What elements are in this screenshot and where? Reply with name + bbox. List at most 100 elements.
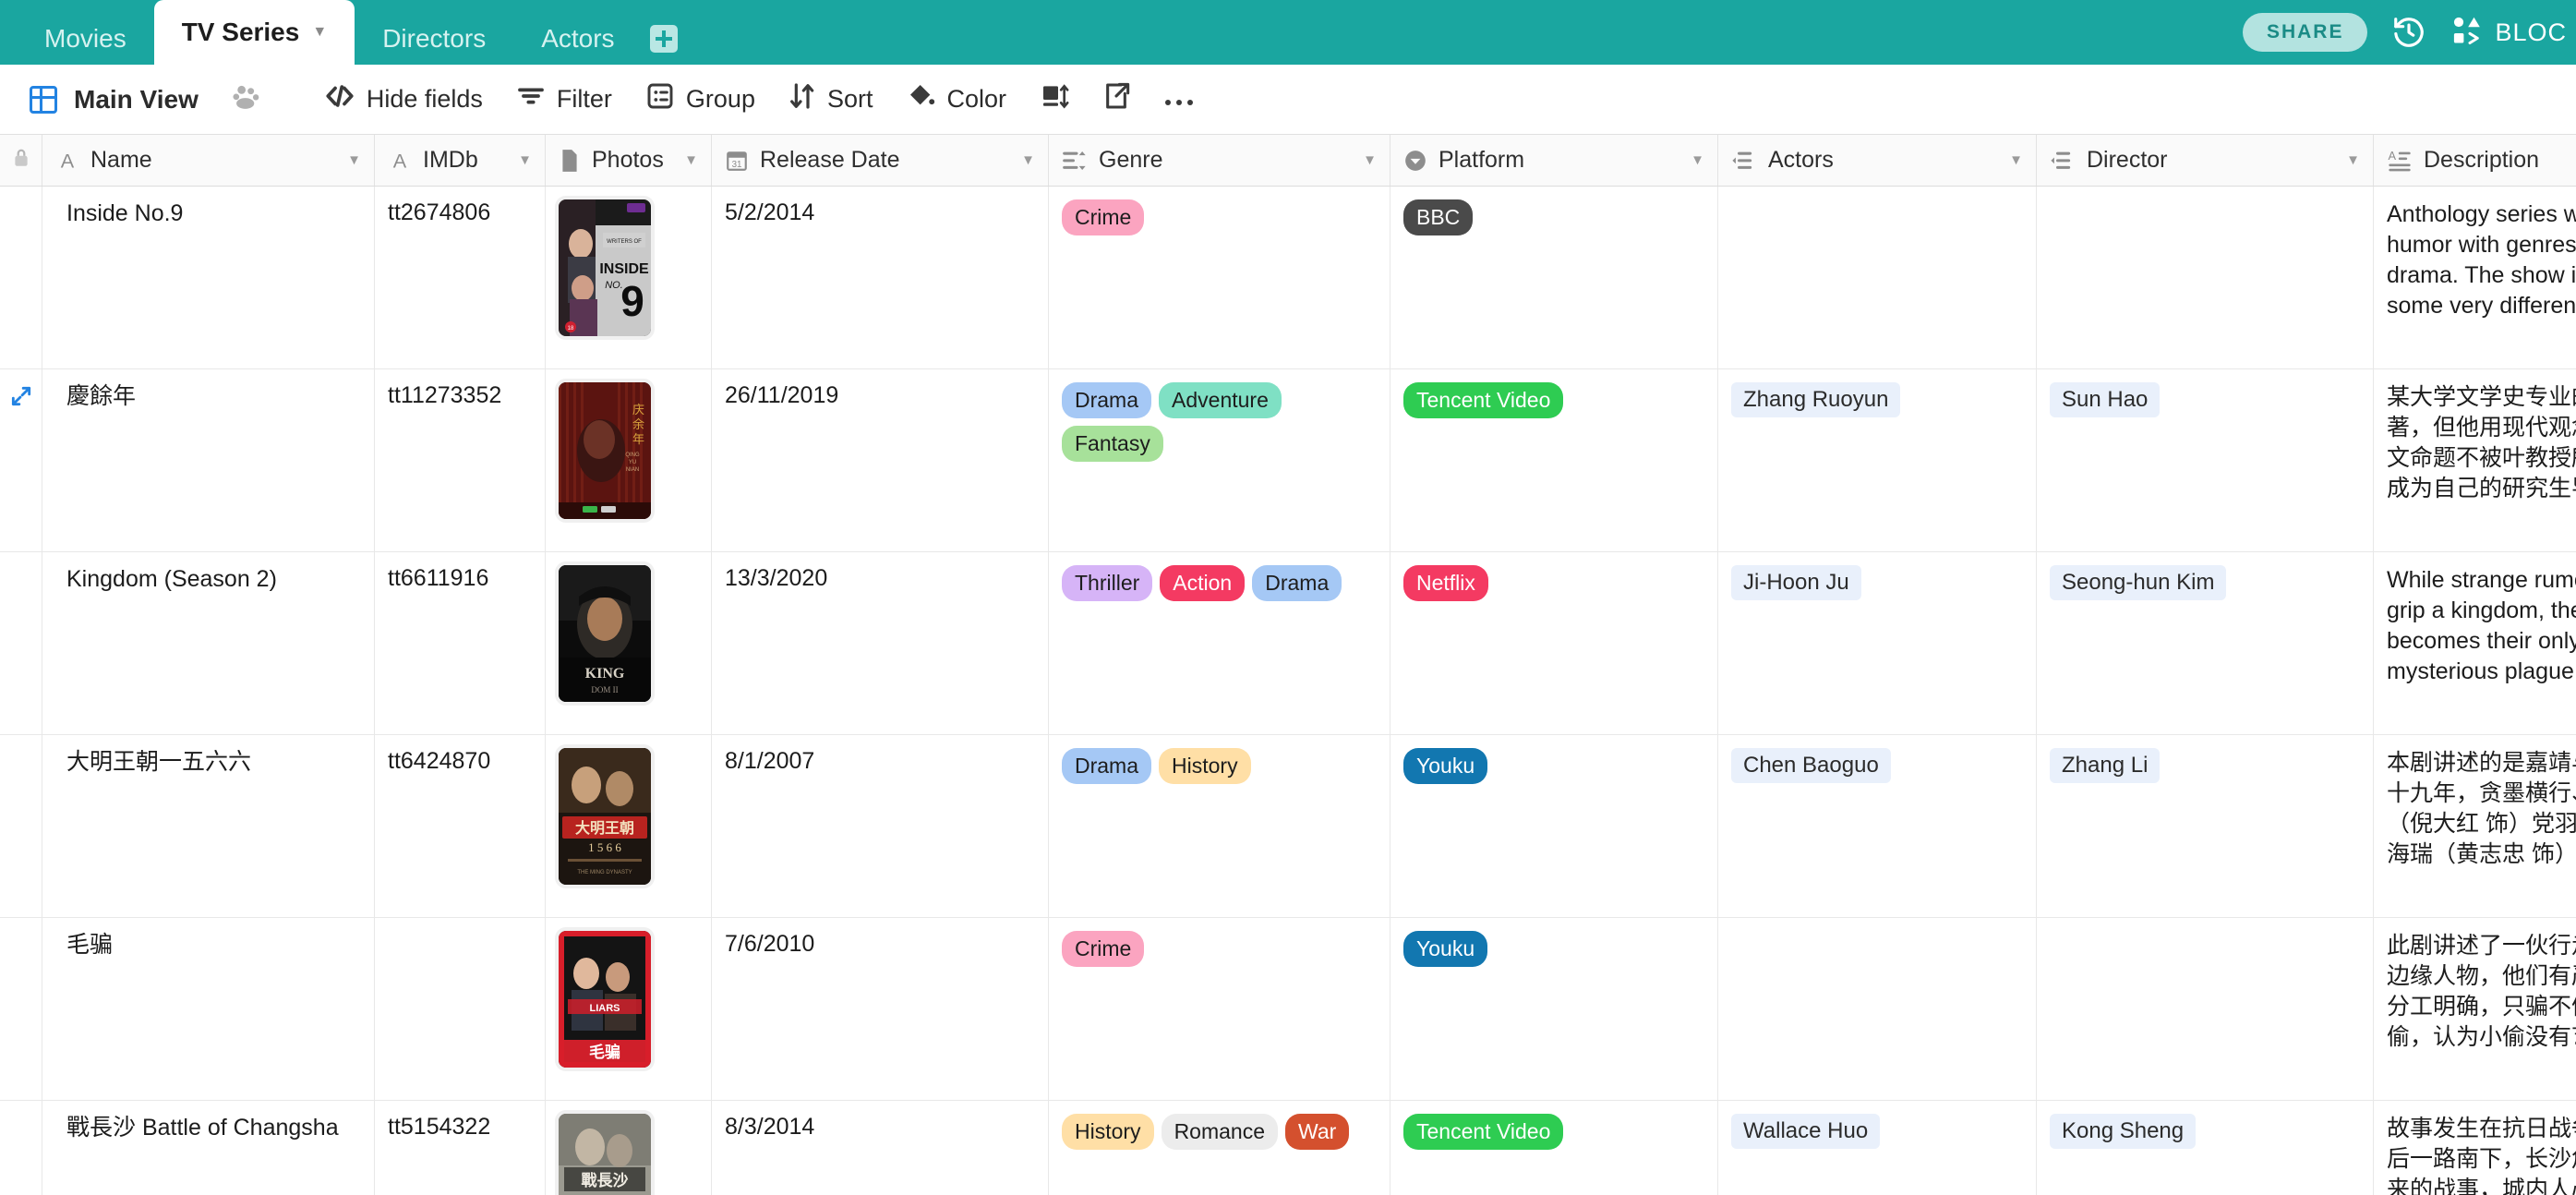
- share-view-button[interactable]: [1086, 74, 1147, 125]
- cell-imdb[interactable]: tt6611916: [375, 552, 546, 734]
- cell-genre[interactable]: Drama History: [1049, 735, 1390, 917]
- column-header-name[interactable]: A Name ▼: [42, 135, 375, 186]
- cell-genre[interactable]: Thriller Action Drama: [1049, 552, 1390, 734]
- cell-description[interactable]: Anthology series whi humor with genres l…: [2374, 187, 2576, 368]
- cell-genre[interactable]: History Romance War: [1049, 1101, 1390, 1195]
- cell-release-date[interactable]: 13/3/2020: [712, 552, 1049, 734]
- row-expand-cell[interactable]: [0, 735, 42, 917]
- cell-release-date[interactable]: 26/11/2019: [712, 369, 1049, 551]
- director-link-chip[interactable]: Kong Sheng: [2050, 1114, 2197, 1149]
- genre-tag[interactable]: Adventure: [1159, 382, 1282, 418]
- poster-thumbnail[interactable]: 庆余年 QING YU NIAN: [559, 382, 651, 519]
- group-button[interactable]: Group: [629, 74, 772, 125]
- cell-imdb[interactable]: tt5154322: [375, 1101, 546, 1195]
- cell-platform[interactable]: Youku: [1390, 918, 1718, 1100]
- cell-platform[interactable]: BBC: [1390, 187, 1718, 368]
- genre-tag[interactable]: History: [1062, 1114, 1154, 1150]
- cell-platform[interactable]: Tencent Video: [1390, 369, 1718, 551]
- table-row[interactable]: 慶餘年 tt11273352 庆余年 QING YU NIAN 26/11/2019 Dram…: [0, 369, 2576, 552]
- cell-actors[interactable]: Chen Baoguo: [1718, 735, 2037, 917]
- poster-thumbnail[interactable]: LIARS 毛骗: [559, 931, 651, 1068]
- cell-actors[interactable]: Zhang Ruoyun: [1718, 369, 2037, 551]
- genre-tag[interactable]: Action: [1160, 565, 1246, 601]
- color-button[interactable]: Color: [890, 74, 1024, 125]
- director-link-chip[interactable]: Seong-hun Kim: [2050, 565, 2227, 600]
- poster-thumbnail[interactable]: 大明王朝 1 5 6 6 THE MING DYNASTY: [559, 748, 651, 885]
- share-button[interactable]: SHARE: [2242, 13, 2368, 52]
- genre-tag[interactable]: Romance: [1161, 1114, 1278, 1150]
- cell-release-date[interactable]: 5/2/2014: [712, 187, 1049, 368]
- blocks-button[interactable]: BLOC: [2450, 14, 2567, 52]
- cell-actors[interactable]: Ji-Hoon Ju: [1718, 552, 2037, 734]
- table-row[interactable]: 大明王朝一五六六 tt6424870 大明王朝 1 5 6 6 THE MING DYN…: [0, 735, 2576, 918]
- column-header-director[interactable]: Director ▼: [2037, 135, 2374, 186]
- cell-director[interactable]: [2037, 187, 2374, 368]
- column-header-imdb[interactable]: A IMDb ▼: [375, 135, 546, 186]
- cell-photos[interactable]: WRITERS OF INSIDE NO. 9 18: [546, 187, 712, 368]
- platform-tag[interactable]: Netflix: [1403, 565, 1488, 601]
- cell-platform[interactable]: Youku: [1390, 735, 1718, 917]
- cell-genre[interactable]: Drama Adventure Fantasy: [1049, 369, 1390, 551]
- cell-release-date[interactable]: 7/6/2010: [712, 918, 1049, 1100]
- cell-imdb[interactable]: [375, 918, 546, 1100]
- cell-actors[interactable]: [1718, 187, 2037, 368]
- collaborators-button[interactable]: [215, 75, 278, 124]
- genre-tag[interactable]: Drama: [1062, 748, 1152, 784]
- platform-tag[interactable]: Tencent Video: [1403, 1114, 1564, 1150]
- cell-director[interactable]: Kong Sheng: [2037, 1101, 2374, 1195]
- table-row[interactable]: 毛骗 LIARS 毛骗 7/6/2010 Crime Youku 此剧讲述了一伙行走在 边缘…: [0, 918, 2576, 1101]
- actor-link-chip[interactable]: Wallace Huo: [1731, 1114, 1881, 1149]
- cell-name[interactable]: Inside No.9: [42, 187, 375, 368]
- chevron-down-icon[interactable]: ▼: [1021, 152, 1035, 168]
- chevron-down-icon[interactable]: ▼: [1363, 152, 1377, 168]
- history-clock-icon[interactable]: [2391, 15, 2426, 50]
- cell-description[interactable]: 本剧讲述的是嘉靖与海 十九年，贪墨横行、民 （倪大红 饰）党羽密布 海瑞（黄志忠…: [2374, 735, 2576, 917]
- cell-photos[interactable]: 大明王朝 1 5 6 6 THE MING DYNASTY: [546, 735, 712, 917]
- poster-thumbnail[interactable]: WRITERS OF INSIDE NO. 9 18: [559, 199, 651, 336]
- table-row[interactable]: Inside No.9 tt2674806 WRITERS OF INSIDE NO. 9…: [0, 187, 2576, 369]
- chevron-down-icon[interactable]: ▼: [347, 152, 361, 168]
- column-header-actors[interactable]: Actors ▼: [1718, 135, 2037, 186]
- chevron-down-icon[interactable]: ▼: [1691, 152, 1704, 168]
- chevron-down-icon[interactable]: ▼: [2009, 152, 2023, 168]
- table-row[interactable]: Kingdom (Season 2) tt6611916 KING DOM II 13/…: [0, 552, 2576, 735]
- genre-tag[interactable]: Drama: [1252, 565, 1342, 601]
- cell-platform[interactable]: Netflix: [1390, 552, 1718, 734]
- tab-tv-series[interactable]: TV Series ▼: [153, 0, 355, 65]
- cell-imdb[interactable]: tt11273352: [375, 369, 546, 551]
- cell-description[interactable]: 此剧讲述了一伙行走在 边缘人物，他们有严格 分工明确，只骗不偷， 偷，认为小偷没…: [2374, 918, 2576, 1100]
- table-row[interactable]: 戰長沙 Battle of Changshatt5154322戰長沙BATTLE…: [0, 1101, 2576, 1195]
- row-height-button[interactable]: [1023, 75, 1086, 124]
- column-header-photos[interactable]: Photos ▼: [546, 135, 712, 186]
- poster-thumbnail[interactable]: 戰長沙BATTLE OF CHANGSHA: [559, 1114, 651, 1195]
- row-expand-cell[interactable]: [0, 918, 42, 1100]
- cell-name[interactable]: Kingdom (Season 2): [42, 552, 375, 734]
- cell-imdb[interactable]: tt2674806: [375, 187, 546, 368]
- genre-tag[interactable]: History: [1159, 748, 1251, 784]
- chevron-down-icon[interactable]: ▼: [684, 152, 698, 168]
- platform-tag[interactable]: Youku: [1403, 748, 1488, 784]
- tab-movies[interactable]: Movies: [17, 13, 154, 65]
- cell-photos[interactable]: LIARS 毛骗: [546, 918, 712, 1100]
- cell-description[interactable]: 故事发生在抗日战争初 后一路南下，长沙危在 来的战事，城内人心惶 口南逃西奔。胡…: [2374, 1101, 2576, 1195]
- cell-photos[interactable]: 戰長沙BATTLE OF CHANGSHA: [546, 1101, 712, 1195]
- row-expand-cell[interactable]: [0, 369, 42, 551]
- cell-imdb[interactable]: tt6424870: [375, 735, 546, 917]
- cell-actors[interactable]: Wallace Huo: [1718, 1101, 2037, 1195]
- poster-thumbnail[interactable]: KING DOM II: [559, 565, 651, 702]
- cell-release-date[interactable]: 8/1/2007: [712, 735, 1049, 917]
- cell-description[interactable]: While strange rumors grip a kingdom, the…: [2374, 552, 2576, 734]
- cell-platform[interactable]: Tencent Video: [1390, 1101, 1718, 1195]
- genre-tag[interactable]: Drama: [1062, 382, 1152, 418]
- cell-description[interactable]: 某大学文学史专业的学 著，但他用现代观念剖 文命题不被叶教授所认 成为自己的研究…: [2374, 369, 2576, 551]
- actor-link-chip[interactable]: Chen Baoguo: [1731, 748, 1891, 783]
- cell-name[interactable]: 毛骗: [42, 918, 375, 1100]
- column-header-description[interactable]: A Description: [2374, 135, 2576, 186]
- tab-directors[interactable]: Directors: [355, 13, 513, 65]
- add-table-button[interactable]: [643, 13, 685, 65]
- cell-photos[interactable]: KING DOM II: [546, 552, 712, 734]
- view-switcher[interactable]: Main View: [13, 78, 215, 122]
- cell-genre[interactable]: Crime: [1049, 187, 1390, 368]
- cell-name[interactable]: 戰長沙 Battle of Changsha: [42, 1101, 375, 1195]
- cell-director[interactable]: Sun Hao: [2037, 369, 2374, 551]
